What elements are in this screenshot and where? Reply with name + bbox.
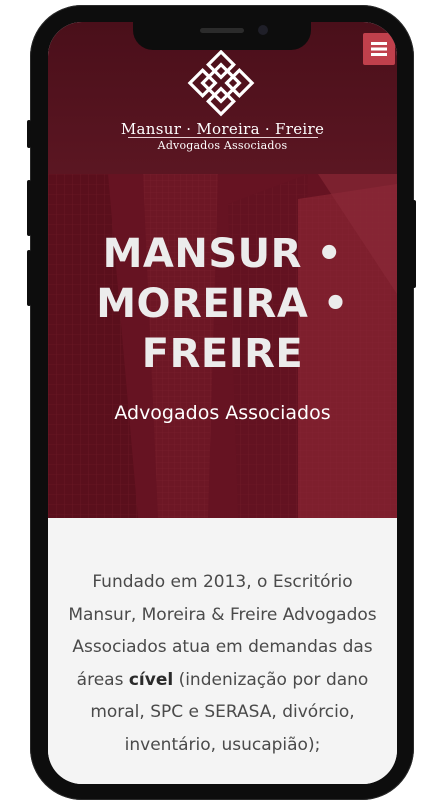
hero-subtitle: Advogados Associados <box>114 402 331 424</box>
phone-notch <box>133 22 311 50</box>
hero-banner: MANSUR • MOREIRA • FREIRE Advogados Asso… <box>48 174 397 518</box>
hamburger-menu-icon <box>371 42 387 56</box>
logo-firm-name: Mansur · Moreira · Freire <box>120 120 325 138</box>
logo-divider <box>128 137 318 138</box>
hero-title: MANSUR • MOREIRA • FREIRE <box>48 229 397 379</box>
hero-title-line: MOREIRA • <box>96 281 349 327</box>
intro-text-bold: cível <box>128 669 174 690</box>
phone-volume-down-button <box>27 250 31 306</box>
phone-side-button <box>27 120 31 148</box>
intro-section: Fundado em 2013, o Escritório Mansur, Mo… <box>48 518 397 784</box>
interlocking-squares-logo-icon[interactable] <box>186 48 256 118</box>
phone-screen: Mansur · Moreira · Freire Advogados Asso… <box>48 22 397 784</box>
menu-button[interactable] <box>363 33 395 65</box>
phone-speaker <box>200 28 244 33</box>
phone-power-button <box>412 200 416 288</box>
intro-paragraph: Fundado em 2013, o Escritório Mansur, Mo… <box>62 566 383 761</box>
phone-camera <box>258 25 268 35</box>
logo-subtitle: Advogados Associados <box>157 139 288 152</box>
phone-volume-up-button <box>27 180 31 236</box>
hero-title-line: MANSUR • <box>102 231 343 277</box>
hero-title-line: FREIRE <box>141 331 304 377</box>
